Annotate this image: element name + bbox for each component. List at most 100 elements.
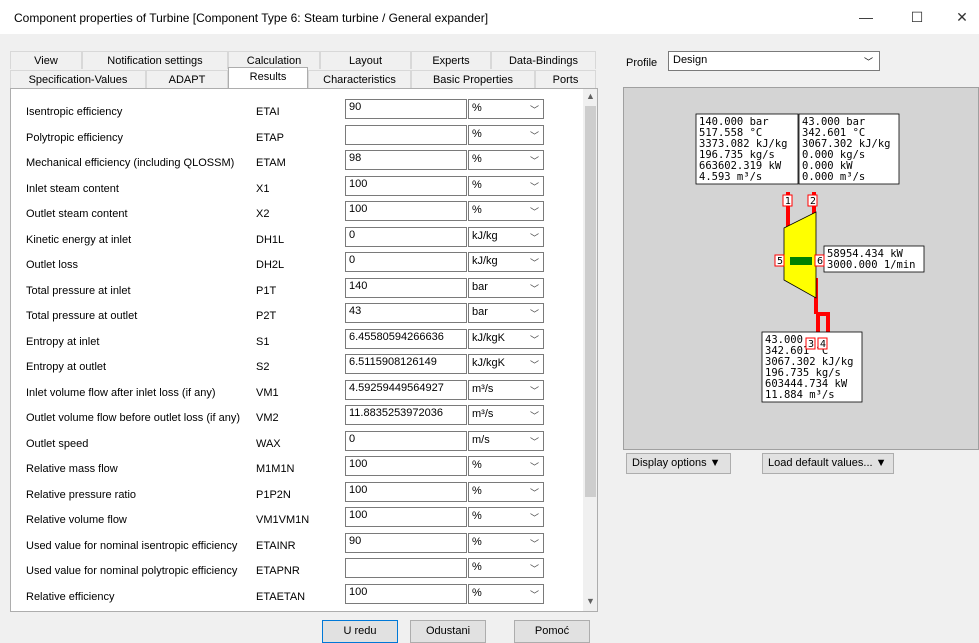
- result-unit-select[interactable]: % ﹀: [468, 481, 544, 502]
- scroll-up-icon[interactable]: ▲: [583, 89, 597, 104]
- result-unit-select[interactable]: m³/s ﹀: [468, 405, 544, 425]
- result-value-input[interactable]: 140: [345, 277, 467, 298]
- minimize-icon[interactable]: —: [852, 6, 880, 28]
- ok-button[interactable]: U redu: [322, 620, 398, 643]
- chevron-down-icon: ﹀: [529, 436, 539, 447]
- diagram-svg: 140.000 bar517.558 °C3373.082 kJ/kg196.7…: [695, 113, 925, 403]
- profile-value: Design: [673, 54, 708, 66]
- result-unit-select[interactable]: % ﹀: [468, 124, 544, 145]
- chevron-down-icon: ﹀: [529, 411, 539, 421]
- profile-select[interactable]: Design ﹀: [668, 51, 880, 71]
- tab-view[interactable]: View: [10, 51, 82, 69]
- tab-data-bindings[interactable]: Data-Bindings: [491, 51, 596, 69]
- result-unit-select[interactable]: % ﹀: [468, 456, 544, 476]
- vertical-scrollbar[interactable]: ▲ ▼: [583, 89, 597, 611]
- result-value-input[interactable]: 100: [345, 583, 467, 604]
- result-value-input[interactable]: 90: [345, 532, 467, 553]
- result-unit-select[interactable]: % ﹀: [468, 507, 544, 527]
- result-unit: %: [472, 459, 482, 471]
- result-row: Outlet loss DH2L 0 kJ/kg ﹀: [11, 252, 583, 277]
- result-value-input[interactable]: 100: [345, 175, 467, 196]
- chevron-down-icon: ﹀: [529, 513, 539, 523]
- result-value-input[interactable]: 4.59259449564927: [345, 379, 467, 400]
- result-unit-select[interactable]: % ﹀: [468, 558, 544, 578]
- component-diagram[interactable]: 140.000 bar 517.558 °C 3373.082 kJ/kg 196.7…: [623, 87, 979, 450]
- result-code: X2: [256, 208, 270, 220]
- result-value-input[interactable]: 90: [345, 99, 467, 119]
- result-unit-select[interactable]: % ﹀: [468, 150, 544, 170]
- result-unit-select[interactable]: m³/s ﹀: [468, 379, 544, 400]
- chevron-down-icon: ﹀: [529, 538, 539, 549]
- tab-specification-values[interactable]: Specification-Values: [10, 70, 146, 88]
- result-unit-select[interactable]: % ﹀: [468, 175, 544, 196]
- result-unit-select[interactable]: kJ/kg ﹀: [468, 226, 544, 247]
- tab-ports[interactable]: Ports: [535, 70, 596, 88]
- result-unit: m³/s: [472, 382, 494, 395]
- result-value-input[interactable]: 0: [345, 252, 467, 272]
- result-unit-select[interactable]: % ﹀: [468, 99, 544, 119]
- help-button[interactable]: Pomoć: [514, 620, 590, 643]
- shaft-value-box-line: 3000.000 1/min: [827, 259, 916, 271]
- title-bar: Component properties of Turbine [Compone…: [0, 0, 979, 34]
- result-value-input[interactable]: [345, 558, 467, 578]
- load-default-values-label: Load default values...: [768, 457, 873, 469]
- result-value-input[interactable]: 98: [345, 150, 467, 170]
- result-value-input[interactable]: 11.8835253972036: [345, 405, 467, 425]
- chevron-down-icon: ﹀: [529, 207, 539, 217]
- result-unit-select[interactable]: bar ﹀: [468, 277, 544, 298]
- chevron-down-icon: ﹀: [529, 130, 539, 141]
- tab-characteristics[interactable]: Characteristics: [308, 70, 411, 88]
- result-unit-select[interactable]: % ﹀: [468, 532, 544, 553]
- result-unit-select[interactable]: % ﹀: [468, 201, 544, 221]
- result-unit: m/s: [472, 433, 490, 446]
- result-value-input[interactable]: 100: [345, 201, 467, 221]
- result-code: ETAM: [256, 157, 286, 169]
- result-row: Relative mass flow M1M1N 100% ﹀: [11, 456, 583, 481]
- result-unit: %: [472, 510, 482, 522]
- scroll-down-icon[interactable]: ▼: [583, 594, 597, 609]
- result-value-input[interactable]: 6.45580594266636: [345, 328, 467, 349]
- result-unit-select[interactable]: m/s ﹀: [468, 430, 544, 451]
- result-value-input[interactable]: 100: [345, 456, 467, 476]
- tab-layout[interactable]: Layout: [320, 51, 411, 69]
- result-code: P2T: [256, 310, 277, 322]
- display-options-button[interactable]: Display options ▼: [626, 453, 731, 474]
- result-code: P1P2N: [256, 488, 291, 501]
- result-unit-select[interactable]: % ﹀: [468, 583, 544, 604]
- result-code: P1T: [256, 284, 277, 297]
- tab-basic-properties[interactable]: Basic Properties: [411, 70, 535, 88]
- chevron-down-icon: ﹀: [529, 232, 539, 243]
- tab-notification-settings[interactable]: Notification settings: [82, 51, 228, 69]
- result-unit-select[interactable]: kJ/kgK ﹀: [468, 328, 544, 349]
- result-label: Relative pressure ratio: [26, 488, 137, 501]
- result-value-input[interactable]: 0: [345, 430, 467, 451]
- result-value-input[interactable]: 6.5115908126149: [345, 354, 467, 374]
- result-code: ETAETAN: [256, 590, 306, 603]
- chevron-down-icon: ﹀: [863, 57, 873, 67]
- close-icon[interactable]: ✕: [948, 6, 976, 28]
- result-row: Used value for nominal isentropic effici…: [11, 532, 583, 558]
- load-default-values-button[interactable]: Load default values... ▼: [762, 453, 894, 474]
- chevron-down-icon: ﹀: [529, 334, 539, 345]
- profile-label: Profile: [626, 57, 658, 69]
- result-value-input[interactable]: 100: [345, 507, 467, 527]
- chevron-down-icon: ﹀: [529, 309, 539, 319]
- result-row: Entropy at inlet S1 6.45580594266636 kJ/kgK…: [11, 328, 583, 354]
- chevron-down-icon: ﹀: [529, 283, 539, 294]
- result-value-input[interactable]: 100: [345, 481, 467, 502]
- maximize-icon[interactable]: ☐: [903, 6, 931, 28]
- result-row: Total pressure at outlet P2T 43 bar ﹀: [11, 303, 583, 328]
- result-value-input[interactable]: 0: [345, 226, 467, 247]
- tab-adapt[interactable]: ADAPT: [146, 70, 228, 88]
- result-unit-select[interactable]: kJ/kgK ﹀: [468, 354, 544, 374]
- result-label: Kinetic energy at inlet: [26, 233, 132, 246]
- scroll-thumb[interactable]: [585, 106, 596, 497]
- result-value-input[interactable]: 43: [345, 303, 467, 323]
- result-unit-select[interactable]: bar ﹀: [468, 303, 544, 323]
- tab-results[interactable]: Results: [228, 67, 308, 88]
- cancel-button[interactable]: Odustani: [410, 620, 486, 643]
- result-value-input[interactable]: [345, 124, 467, 145]
- result-unit-select[interactable]: kJ/kg ﹀: [468, 252, 544, 272]
- tab-experts[interactable]: Experts: [411, 51, 491, 69]
- result-label: Outlet volume flow before outlet loss (i…: [26, 412, 240, 424]
